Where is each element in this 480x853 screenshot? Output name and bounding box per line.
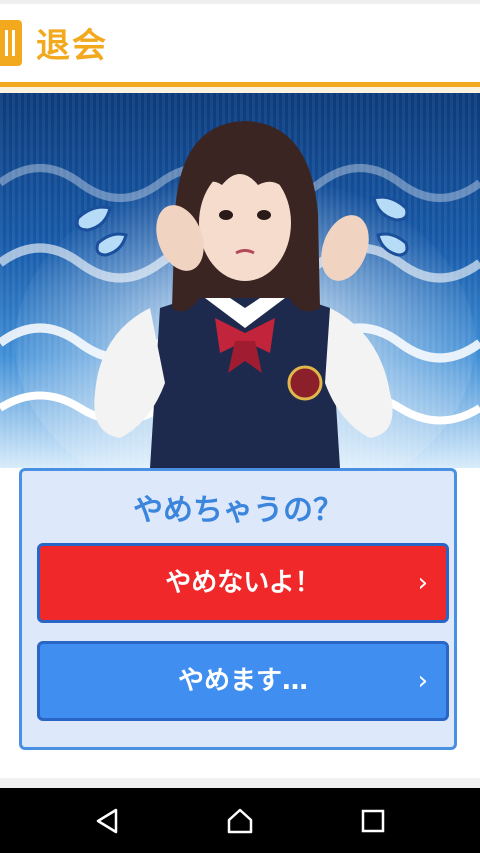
chevron-right-icon: ›: [417, 666, 428, 696]
recent-apps-icon[interactable]: [358, 806, 388, 836]
back-icon[interactable]: [92, 806, 122, 836]
stay-button[interactable]: やめないよ！ ›: [37, 543, 449, 623]
withdraw-dialog: やめちゃうの？ やめないよ！ › やめます… ›: [19, 468, 457, 750]
page-footer-strip: [0, 778, 480, 788]
quit-button-label: やめます…: [177, 666, 308, 696]
app-header: 退会: [0, 0, 480, 82]
stay-button-label: やめないよ！: [165, 568, 321, 598]
hero-image: [0, 93, 480, 468]
home-icon[interactable]: [225, 806, 255, 836]
chevron-right-icon: ›: [417, 568, 428, 598]
page-title: 退会: [36, 26, 108, 66]
hero-illustration: [0, 93, 480, 468]
header-badge-icon: [0, 20, 22, 66]
withdraw-screen: 退会 やめちゃうの？ やめないよ！ › やめます… ›: [0, 0, 480, 853]
system-nav-bar: [0, 788, 480, 853]
quit-button[interactable]: やめます… ›: [37, 641, 449, 721]
status-strip: [0, 0, 480, 4]
dialog-question: やめちゃうの？: [133, 493, 343, 528]
